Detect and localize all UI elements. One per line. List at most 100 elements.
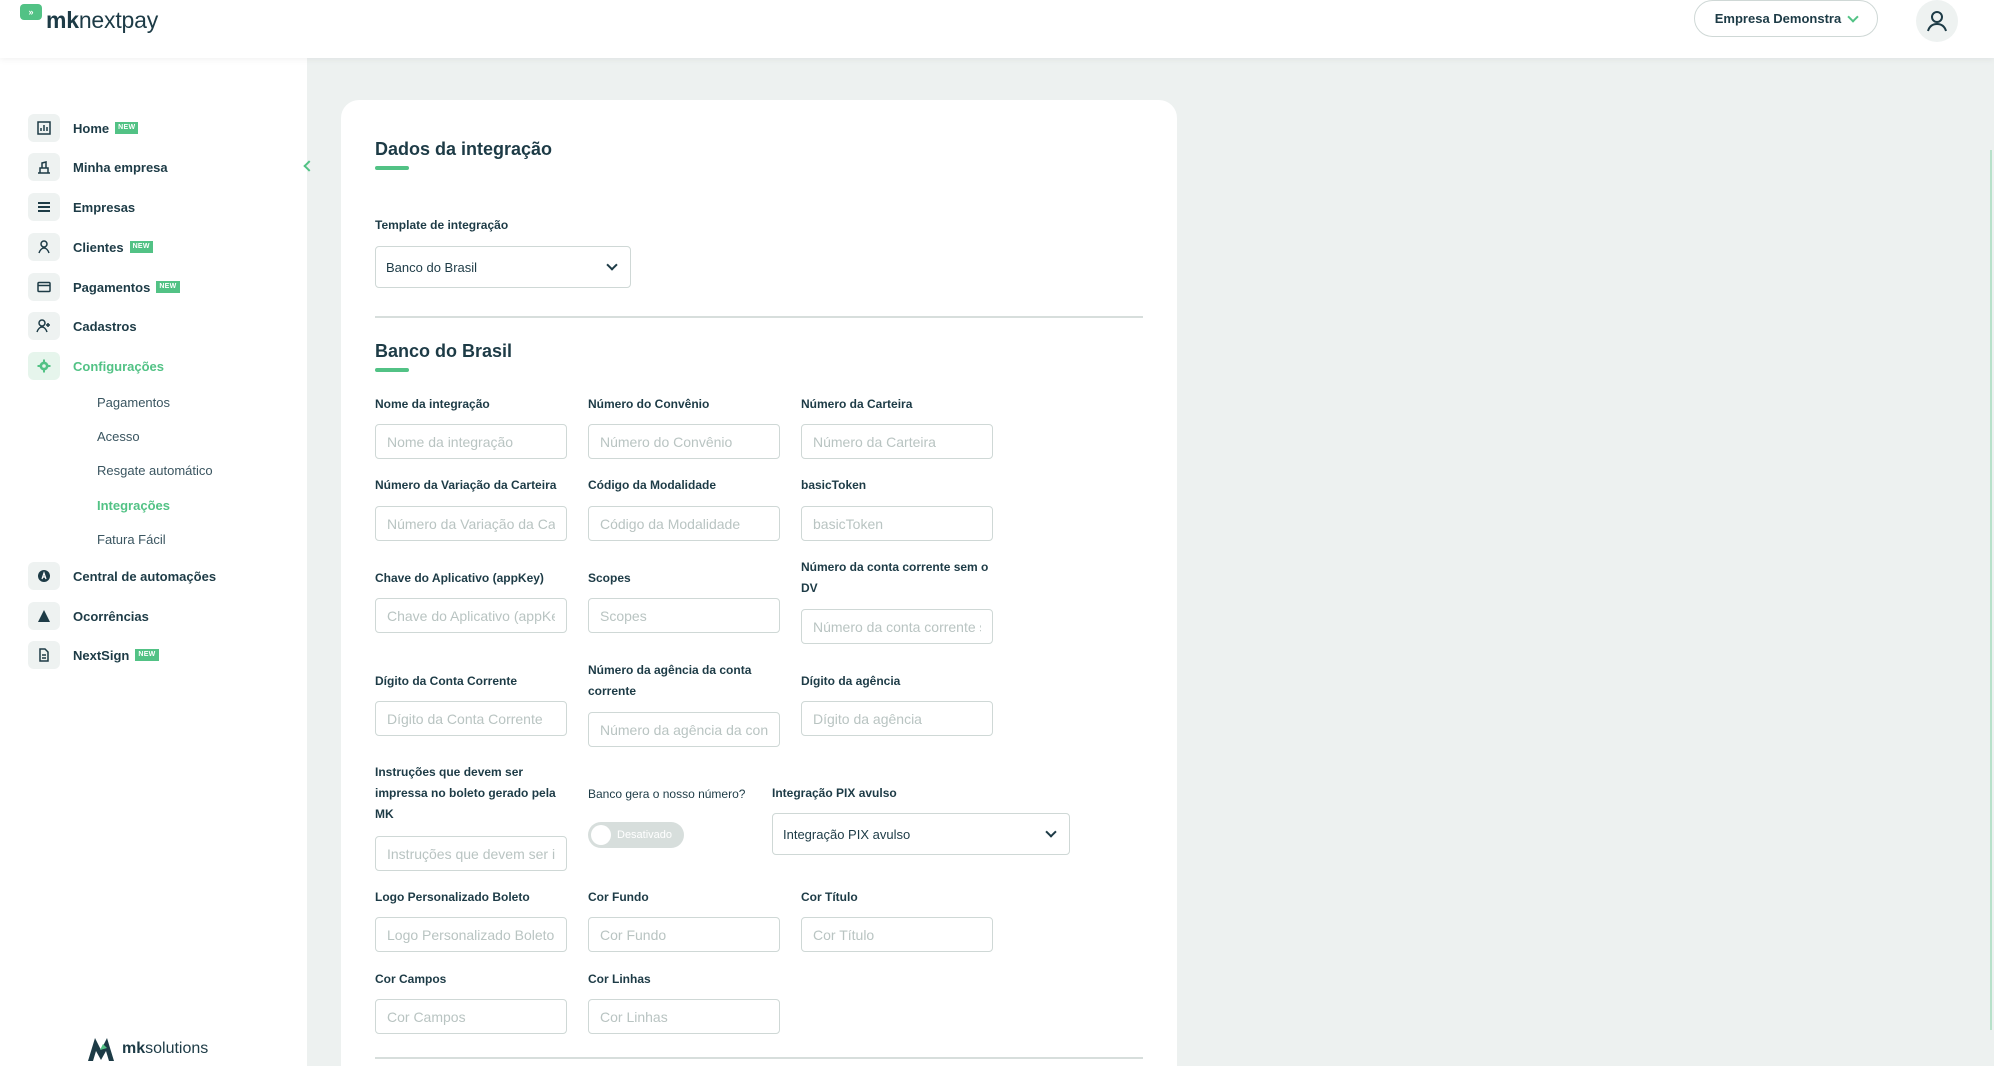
sidebar-item-cadastros[interactable]: Cadastros [28, 311, 137, 341]
field-label: Chave do Aplicativo (appKey) [375, 571, 544, 585]
numero-carteira-input[interactable] [801, 424, 993, 459]
instrucoes-boleto-input[interactable] [375, 836, 567, 871]
field-label: Código da Modalidade [588, 478, 716, 492]
company-selector-label: Empresa Demonstra [1714, 11, 1842, 26]
field-label: Integração PIX avulso [772, 786, 897, 800]
field-label: Número da Carteira [801, 397, 913, 411]
sidebar-item-label: NextSign [73, 647, 130, 663]
dashboard-icon [28, 114, 60, 142]
sidebar-item-central-de-automacoes[interactable]: Central de automações [28, 561, 216, 591]
numero-convenio-input[interactable] [588, 424, 780, 459]
scopes-input[interactable] [588, 598, 780, 633]
mksolutions-logo-mark-icon [88, 1038, 114, 1061]
basic-token-input[interactable] [801, 506, 993, 541]
cor-fundo-input[interactable] [588, 917, 780, 952]
collapse-sidebar-button[interactable] [300, 156, 315, 176]
sidebar-item-label: Central de automações [73, 568, 217, 584]
nome-integracao-input[interactable] [375, 424, 567, 459]
field-label: Nome da integração [375, 397, 490, 411]
chevron-down-icon [606, 258, 618, 271]
app-key-input[interactable] [375, 598, 567, 633]
gear-icon [28, 352, 60, 380]
sidebar-item-label: Empresas [73, 199, 136, 215]
template-select-value: Banco do Brasil [386, 259, 478, 275]
field-label: Número da Variação da Carteira [375, 478, 557, 492]
sidebar-item-ocorrencias[interactable]: Ocorrências [28, 601, 149, 631]
chevron-down-icon [1045, 825, 1057, 838]
field-label: Número da agência da conta corrente [588, 663, 752, 698]
add-user-icon [28, 312, 60, 340]
new-badge: NEW [135, 649, 159, 661]
cor-linhas-input[interactable] [588, 999, 780, 1034]
user-account-button[interactable] [1916, 0, 1958, 42]
field-label: Instruções que devem ser impressa no bol… [375, 765, 556, 821]
sidebar-item-configuracoes[interactable]: Configurações [28, 351, 164, 381]
logo-text: mknextpay [46, 7, 158, 34]
sidebar-item-empresas[interactable]: Empresas [28, 192, 135, 222]
new-badge: NEW [129, 241, 153, 253]
mknextpay-logo[interactable]: » mknextpay [20, 4, 158, 34]
field-label: Banco gera o nosso número? [588, 787, 746, 801]
field-label: Cor Linhas [588, 972, 651, 986]
logo-boleto-input[interactable] [375, 917, 567, 952]
toggle-state-label: Desativado [617, 829, 673, 841]
field-label: Número da conta corrente sem o DV [801, 560, 989, 595]
template-select[interactable]: Banco do Brasil [375, 246, 631, 288]
digito-conta-input[interactable] [375, 701, 567, 736]
field-label: Scopes [588, 571, 631, 585]
list-icon [28, 193, 60, 221]
variacao-carteira-input[interactable] [375, 506, 567, 541]
toggle-knob [591, 825, 611, 845]
credit-card-icon [28, 273, 60, 301]
sidebar-item-label: Configurações [73, 358, 165, 374]
digito-agencia-input[interactable] [801, 701, 993, 736]
banco-gera-nosso-numero-toggle[interactable]: Desativado [588, 822, 684, 848]
template-label: Template de integração [375, 218, 509, 232]
sidebar-item-label: Home [73, 120, 110, 136]
logo-bold: mk [46, 7, 79, 33]
pix-avulso-select[interactable]: Integração PIX avulso [772, 813, 1070, 855]
sidebar-item-home[interactable]: Home NEW [28, 113, 139, 143]
cor-campos-input[interactable] [375, 999, 567, 1034]
sidebar-item-label: Ocorrências [73, 608, 149, 624]
pix-avulso-select-value: Integração PIX avulso [783, 826, 911, 842]
logo-rest: nextpay [78, 7, 158, 33]
sidebar-subitem-integracoes[interactable]: Integrações [97, 498, 170, 513]
sidebar-subitem-pagamentos[interactable]: Pagamentos [97, 395, 170, 410]
page-scrollbar[interactable] [1990, 150, 1992, 1030]
field-label: Dígito da Conta Corrente [375, 674, 518, 688]
logo-badge: » [20, 4, 42, 20]
numero-agencia-input[interactable] [588, 712, 780, 747]
conta-sem-dv-input[interactable] [801, 609, 993, 644]
sidebar-subitem-fatura-facil[interactable]: Fatura Fácil [97, 532, 166, 547]
sidebar-subitem-acesso[interactable]: Acesso [97, 429, 140, 444]
section-underline [375, 368, 409, 372]
sidebar-subitem-resgate-automatico[interactable]: Resgate automático [97, 463, 213, 478]
top-bar: » mknextpay Empresa Demonstra [0, 0, 1994, 58]
automation-icon [28, 562, 60, 590]
sidebar: Home NEW Minha empresa Empresas Clientes… [0, 58, 315, 1066]
section-title-banco-do-brasil: Banco do Brasil [375, 341, 513, 361]
mksolutions-rest: solutions [145, 1040, 209, 1057]
building-icon [28, 153, 60, 181]
warning-icon [28, 602, 60, 630]
new-badge: NEW [115, 122, 139, 134]
codigo-modalidade-input[interactable] [588, 506, 780, 541]
field-label: Número do Convênio [588, 397, 710, 411]
divider [375, 1057, 1143, 1059]
field-label: Dígito da agência [801, 674, 901, 688]
field-label: Logo Personalizado Boleto [375, 890, 530, 904]
sidebar-item-nextsign[interactable]: NextSign NEW [28, 640, 159, 670]
chevron-left-icon [302, 160, 315, 172]
sidebar-item-pagamentos[interactable]: Pagamentos NEW [28, 272, 180, 302]
section-title-dados-integracao: Dados da integração [375, 139, 553, 159]
field-label: basicToken [801, 478, 867, 492]
cor-titulo-input[interactable] [801, 917, 993, 952]
company-selector[interactable]: Empresa Demonstra [1694, 0, 1878, 37]
person-icon [28, 233, 60, 261]
sidebar-item-label: Cadastros [73, 318, 137, 334]
new-badge: NEW [156, 281, 180, 293]
sidebar-item-minha-empresa[interactable]: Minha empresa [28, 152, 168, 182]
sidebar-item-clientes[interactable]: Clientes NEW [28, 232, 153, 262]
sidebar-item-label: Pagamentos [73, 279, 151, 295]
